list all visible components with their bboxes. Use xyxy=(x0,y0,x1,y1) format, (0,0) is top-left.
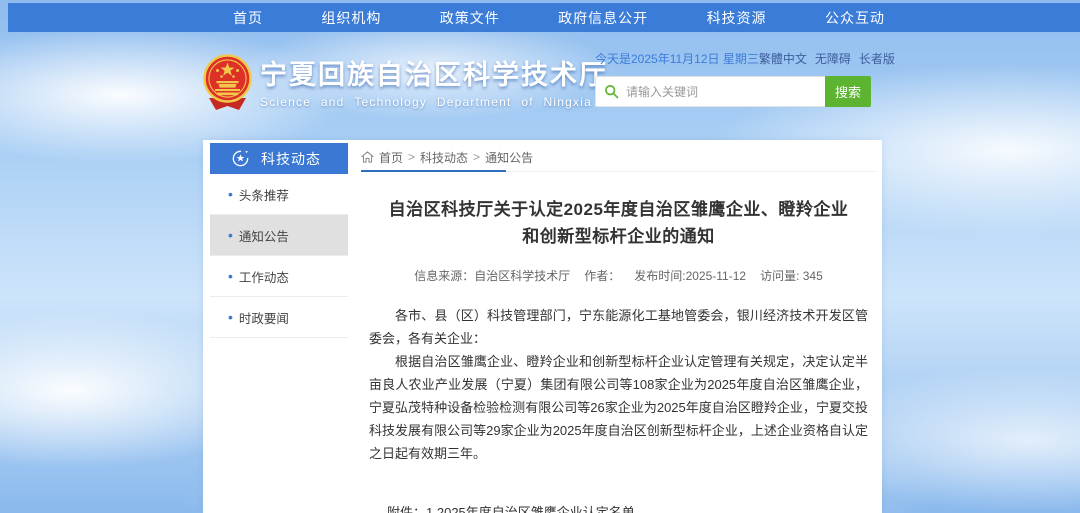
nav-item-public-interaction[interactable]: 公众互动 xyxy=(825,8,885,28)
breadcrumb-separator: > xyxy=(408,150,415,164)
sidebar-item-label: 时政要闻 xyxy=(239,308,289,327)
breadcrumb-active-underline xyxy=(361,170,506,172)
article-body: 各市、县（区）科技管理部门，宁东能源化工基地管委会，银川经济技术开发区管委会，各… xyxy=(361,304,876,465)
nav-item-policy-documents[interactable]: 政策文件 xyxy=(440,8,500,28)
sidebar-header: 科技动态 xyxy=(210,143,348,174)
link-traditional-chinese[interactable]: 繁體中文 xyxy=(759,50,807,67)
meta-visits: 访问量: 345 xyxy=(760,267,823,284)
main-panel: 科技动态 • 头条推荐 • 通知公告 • 工作动态 • 时政要闻 首页 > 科技… xyxy=(203,140,882,513)
bullet-icon: • xyxy=(228,310,233,324)
attachments-section: 附件： 1.2025年度自治区雏鹰企业认定名单 2.2025年度自治区瞪羚企业认… xyxy=(361,501,876,513)
sidebar-title: 科技动态 xyxy=(261,149,321,169)
sidebar-item-label: 工作动态 xyxy=(239,267,289,286)
national-emblem-logo xyxy=(203,54,252,112)
nav-item-home[interactable]: 首页 xyxy=(233,8,263,28)
sidebar-item-label: 通知公告 xyxy=(239,226,289,245)
search-input[interactable] xyxy=(626,85,817,99)
meta-source: 信息来源：自治区科学技术厅 xyxy=(414,267,570,284)
meta-author: 作者： xyxy=(584,267,620,284)
link-accessibility[interactable]: 无障碍 xyxy=(815,50,851,67)
home-icon xyxy=(361,151,374,163)
attachment-link-eagle-list[interactable]: 1.2025年度自治区雏鹰企业认定名单 xyxy=(426,501,674,513)
nav-item-organization[interactable]: 组织机构 xyxy=(321,8,381,28)
article-paragraph: 根据自治区雏鹰企业、瞪羚企业和创新型标杆企业认定管理有关规定，决定认定半亩良人农… xyxy=(369,350,868,465)
article-title: 自治区科技厅关于认定2025年度自治区雏鹰企业、瞪羚企业 和创新型标杆企业的通知 xyxy=(361,196,876,250)
breadcrumb-home[interactable]: 首页 xyxy=(379,149,403,166)
bullet-icon: • xyxy=(228,228,233,242)
sci-tech-news-icon xyxy=(232,150,249,167)
current-date: 今天是2025年11月12日 星期三 xyxy=(595,50,759,67)
search-icon xyxy=(604,84,619,99)
site-subtitle: ScienceandTechnologyDepartmentofNingxia xyxy=(260,95,592,109)
link-elderly-version[interactable]: 长者版 xyxy=(859,50,895,67)
nav-item-sci-tech-resources[interactable]: 科技资源 xyxy=(707,8,767,28)
site-header: 宁夏回族自治区科学技术厅 ScienceandTechnologyDepartm… xyxy=(0,32,1080,140)
breadcrumb: 首页 > 科技动态 > 通知公告 xyxy=(361,143,876,172)
breadcrumb-notices[interactable]: 通知公告 xyxy=(485,149,533,166)
site-brand[interactable]: 宁夏回族自治区科学技术厅 ScienceandTechnologyDepartm… xyxy=(203,54,608,112)
article-content: 首页 > 科技动态 > 通知公告 自治区科技厅关于认定2025年度自治区雏鹰企业… xyxy=(361,143,876,513)
attachments-label: 附件： xyxy=(387,501,426,513)
article-meta: 信息来源：自治区科学技术厅 作者： 发布时间:2025-11-12 访问量: 3… xyxy=(361,267,876,284)
search-button[interactable]: 搜索 xyxy=(825,76,871,107)
sidebar-item-current-politics[interactable]: • 时政要闻 xyxy=(210,297,348,338)
nav-item-gov-info-disclosure[interactable]: 政府信息公开 xyxy=(558,8,648,28)
sidebar: 科技动态 • 头条推荐 • 通知公告 • 工作动态 • 时政要闻 xyxy=(210,143,348,338)
breadcrumb-separator: > xyxy=(473,150,480,164)
breadcrumb-sci-tech-news[interactable]: 科技动态 xyxy=(420,149,468,166)
sidebar-item-label: 头条推荐 xyxy=(239,185,289,204)
sidebar-item-work-trends[interactable]: • 工作动态 xyxy=(210,256,348,297)
sidebar-item-headline-recommend[interactable]: • 头条推荐 xyxy=(210,174,348,215)
search-bar: 搜索 xyxy=(595,76,871,107)
article-paragraph: 各市、县（区）科技管理部门，宁东能源化工基地管委会，银川经济技术开发区管委会，各… xyxy=(369,304,868,350)
meta-publish-time: 发布时间:2025-11-12 xyxy=(634,267,746,284)
sidebar-item-notices[interactable]: • 通知公告 xyxy=(210,215,348,256)
site-title: 宁夏回族自治区科学技术厅 xyxy=(260,60,608,90)
header-utilities: 今天是2025年11月12日 星期三 繁體中文 无障碍 长者版 搜索 xyxy=(595,50,871,107)
top-nav-bar: 首页 组织机构 政策文件 政府信息公开 科技资源 公众互动 xyxy=(8,3,1080,32)
bullet-icon: • xyxy=(228,269,233,283)
bullet-icon: • xyxy=(228,187,233,201)
